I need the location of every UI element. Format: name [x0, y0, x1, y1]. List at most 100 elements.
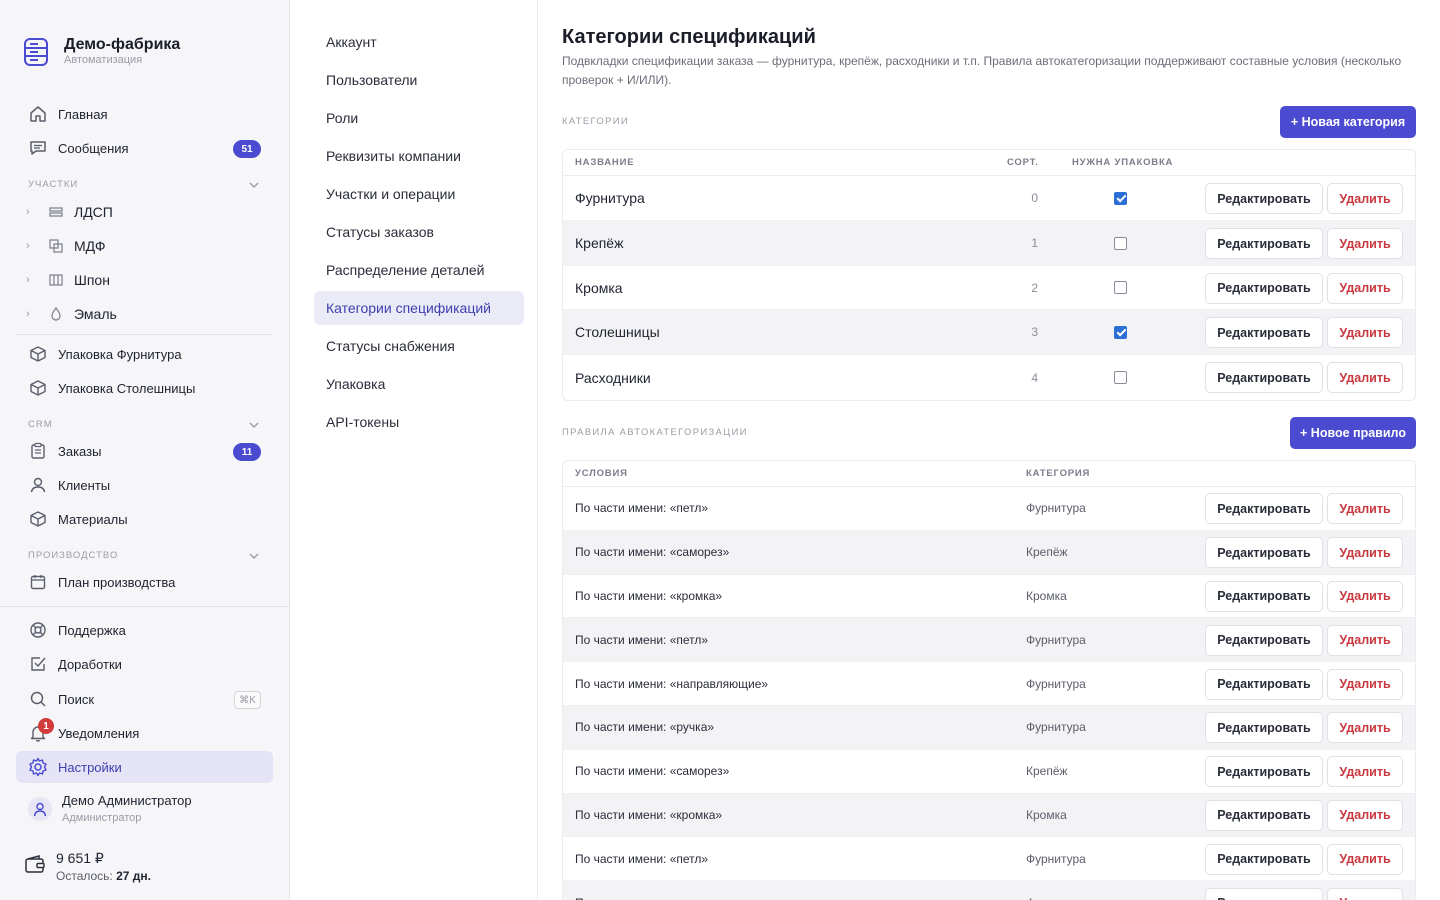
sidebar-item-label: Упаковка Фурнитура [58, 346, 182, 362]
sidebar-item-veneer[interactable]: › Шпон [26, 265, 110, 295]
settings-menu-item[interactable]: API-токены [314, 405, 524, 439]
edit-button[interactable]: Редактировать [1205, 493, 1323, 525]
user-name: Демо Администратор [62, 793, 192, 808]
delete-button[interactable]: Удалить [1327, 537, 1403, 569]
packaging-cell [1114, 176, 1127, 220]
brand[interactable]: Демо-фабрика Автоматизация [24, 36, 180, 67]
packaging-checkbox[interactable] [1114, 236, 1127, 250]
sidebar-item-clients[interactable]: Клиенты [16, 469, 273, 501]
sidebar: Демо-фабрика Автоматизация Главная Сообщ… [0, 0, 290, 900]
edit-button[interactable]: Редактировать [1205, 183, 1323, 214]
sidebar-item-enamel[interactable]: › Эмаль [26, 299, 117, 329]
edit-button[interactable]: Редактировать [1205, 580, 1323, 612]
chevron-down-icon[interactable] [249, 551, 259, 561]
packaging-checkbox[interactable] [1114, 191, 1127, 205]
sidebar-item-improvements[interactable]: Доработки [16, 648, 273, 680]
edit-button[interactable]: Редактировать [1205, 668, 1323, 700]
column-conditions[interactable]: УСЛОВИЯ [575, 468, 628, 479]
column-category[interactable]: КАТЕГОРИЯ [1026, 468, 1090, 479]
page-description: Подвкладки спецификации заказа — фурниту… [562, 54, 1402, 87]
packaging-cell [1114, 266, 1127, 309]
sidebar-item-orders[interactable]: Заказы 11 [16, 435, 273, 467]
rule-condition: По части имени: «кромка» [575, 807, 723, 822]
sidebar-item-materials[interactable]: Материалы [16, 503, 273, 535]
table-row: Крепёж 1 Редактировать Удалить [563, 221, 1415, 266]
delete-button[interactable]: Удалить [1327, 799, 1403, 831]
column-packaging[interactable]: НУЖНА УПАКОВКА [1072, 157, 1173, 168]
delete-button[interactable]: Удалить [1327, 317, 1403, 348]
edit-button[interactable]: Редактировать [1205, 228, 1323, 259]
settings-menu-item[interactable]: Реквизиты компании [314, 139, 524, 173]
new-category-button[interactable]: + Новая категория [1280, 106, 1416, 138]
edit-button[interactable]: Редактировать [1205, 887, 1323, 900]
delete-button[interactable]: Удалить [1327, 362, 1403, 393]
calendar-icon [28, 572, 48, 592]
balance[interactable]: 9 651 ₽ Осталось: 27 дн. [24, 848, 151, 884]
sidebar-item-mdf[interactable]: › МДФ [26, 231, 105, 261]
category-name: Фурнитура [575, 190, 645, 206]
sidebar-item-notifications[interactable]: Уведомления [16, 717, 273, 749]
settings-menu-item[interactable]: Пользователи [314, 63, 524, 97]
packaging-cell [1114, 221, 1127, 265]
rule-condition: По части имени: «петл» [575, 501, 709, 516]
chevron-down-icon[interactable] [249, 180, 259, 190]
chevron-right-icon: › [26, 274, 30, 286]
delete-button[interactable]: Удалить [1327, 183, 1403, 214]
chevron-down-icon[interactable] [249, 420, 259, 430]
edit-button[interactable]: Редактировать [1205, 624, 1323, 656]
delete-button[interactable]: Удалить [1327, 272, 1403, 304]
user-profile[interactable]: Демо Администратор Администратор [28, 792, 192, 826]
rule-category: Фурнитура [1026, 851, 1086, 866]
column-sort[interactable]: СОРТ. [1007, 157, 1039, 168]
edit-button[interactable]: Редактировать [1205, 756, 1323, 788]
delete-button[interactable]: Удалить [1327, 756, 1403, 788]
packaging-checkbox[interactable] [1114, 281, 1127, 294]
delete-button[interactable]: Удалить [1327, 887, 1403, 900]
edit-button[interactable]: Редактировать [1205, 362, 1323, 393]
delete-button[interactable]: Удалить [1327, 668, 1403, 700]
categories-table: НАЗВАНИЕ СОРТ. НУЖНА УПАКОВКА Фурнитура 0… [562, 149, 1416, 401]
delete-button[interactable]: Удалить [1327, 712, 1403, 744]
sidebar-item-home[interactable]: Главная [16, 98, 273, 130]
packaging-checkbox[interactable] [1114, 325, 1127, 339]
edit-button[interactable]: Редактировать [1205, 317, 1323, 348]
sidebar-item-support[interactable]: Поддержка [16, 614, 273, 646]
edit-button[interactable]: Редактировать [1205, 712, 1323, 744]
settings-menu-item[interactable]: Статусы заказов [314, 215, 524, 249]
settings-menu-item[interactable]: Распределение деталей [314, 253, 524, 287]
settings-menu-item[interactable]: Аккаунт [314, 25, 524, 59]
edit-button[interactable]: Редактировать [1205, 537, 1323, 569]
settings-menu-item[interactable]: Категории спецификаций [314, 291, 524, 325]
edit-button[interactable]: Редактировать [1205, 799, 1323, 831]
box-icon [28, 344, 48, 364]
delete-button[interactable]: Удалить [1327, 228, 1403, 259]
sidebar-item-ldsp[interactable]: › ЛДСП [26, 197, 113, 227]
user-role: Администратор [62, 812, 142, 824]
settings-menu-item[interactable]: Роли [314, 101, 524, 135]
delete-button[interactable]: Удалить [1327, 624, 1403, 656]
server-icon [24, 37, 48, 66]
sidebar-item-production-plan[interactable]: План производства [16, 566, 273, 598]
category-sort: 1 [1031, 236, 1038, 250]
sidebar-item-settings[interactable]: Настройки [16, 751, 273, 783]
section-label-production: ПРОИЗВОДСТВО [28, 550, 119, 561]
delete-button[interactable]: Удалить [1327, 843, 1403, 875]
sidebar-item-messages[interactable]: Сообщения 51 [16, 132, 273, 164]
column-name[interactable]: НАЗВАНИЕ [575, 157, 634, 168]
packaging-checkbox[interactable] [1114, 371, 1127, 384]
rule-condition: По части имени: «направляющие» [575, 676, 769, 691]
layers-icon [49, 207, 63, 217]
settings-menu-item[interactable]: Упаковка [314, 367, 524, 401]
settings-menu-item[interactable]: Статусы снабжения [314, 329, 524, 363]
sidebar-item-packaging-hardware[interactable]: Упаковка Фурнитура [16, 338, 273, 370]
page-title: Категории спецификаций [562, 26, 816, 48]
delete-button[interactable]: Удалить [1327, 493, 1403, 525]
sidebar-item-packaging-countertops[interactable]: Упаковка Столешницы [16, 372, 273, 404]
delete-button[interactable]: Удалить [1327, 580, 1403, 612]
sidebar-item-search[interactable]: Поиск ⌘K [16, 683, 273, 715]
edit-button[interactable]: Редактировать [1205, 272, 1323, 304]
edit-button[interactable]: Редактировать [1205, 843, 1323, 875]
new-rule-button[interactable]: + Новое правило [1290, 417, 1416, 449]
table-row: Кромка 2 Редактировать Удалить [563, 266, 1415, 310]
settings-menu-item[interactable]: Участки и операции [314, 177, 524, 211]
